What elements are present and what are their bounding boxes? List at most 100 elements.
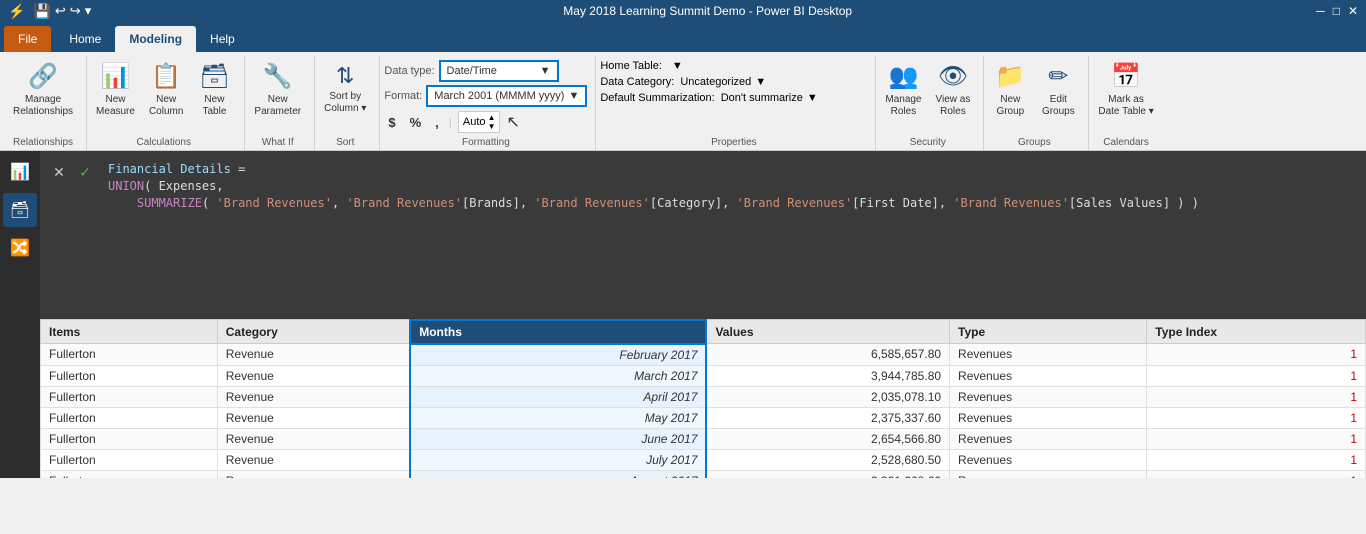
manage-roles-button[interactable]: 👥 ManageRoles xyxy=(880,60,926,121)
table-row[interactable]: Fullerton Revenue June 2017 2,654,566.80… xyxy=(41,428,1366,449)
cell-months: April 2017 xyxy=(410,386,706,407)
ribbon-group-security: 👥 ManageRoles 👁 View asRoles Security xyxy=(876,56,984,150)
new-table-button[interactable]: 🗃 NewTable xyxy=(192,60,236,121)
edit-groups-icon: ✏ xyxy=(1048,63,1068,92)
table-row[interactable]: Fullerton Revenue February 2017 6,585,65… xyxy=(41,344,1366,366)
cell-type: Revenues xyxy=(950,428,1147,449)
format-separator: | xyxy=(449,115,452,129)
left-sidebar: 📊 🗃 🔀 xyxy=(0,151,40,478)
close-icon[interactable]: ✕ xyxy=(1348,4,1358,18)
formula-cancel-button[interactable]: ✕ xyxy=(48,161,70,183)
new-measure-icon: 📊 xyxy=(101,63,131,92)
data-category-dropdown[interactable]: Uncategorized ▼ xyxy=(680,76,766,88)
edit-groups-button[interactable]: ✏ EditGroups xyxy=(1036,60,1080,121)
default-summ-arrow: ▼ xyxy=(807,92,818,104)
new-group-icon: 📁 xyxy=(995,63,1025,92)
cell-items: Fullerton xyxy=(41,344,218,366)
cell-type: Revenues xyxy=(950,386,1147,407)
data-type-dropdown[interactable]: Date/Time ▼ xyxy=(439,60,559,82)
cell-category: Revenue xyxy=(217,470,410,478)
cell-type: Revenues xyxy=(950,449,1147,470)
manage-relationships-button[interactable]: 🔗 ManageRelationships xyxy=(8,60,78,121)
formula-editor[interactable]: Financial Details = UNION( Expenses, SUM… xyxy=(100,155,1362,217)
col-header-months[interactable]: Months xyxy=(410,320,706,344)
new-group-button[interactable]: 📁 NewGroup xyxy=(988,60,1032,121)
sort-icon: ⇅ xyxy=(336,63,354,89)
cell-category: Revenue xyxy=(217,365,410,386)
cell-category: Revenue xyxy=(217,386,410,407)
ribbon-group-relationships: 🔗 ManageRelationships Relationships xyxy=(4,56,87,150)
col-header-values[interactable]: Values xyxy=(706,320,949,344)
mark-as-date-table-button[interactable]: 📅 Mark asDate Table ▾ xyxy=(1093,60,1158,121)
percent-symbol[interactable]: % xyxy=(406,114,426,131)
tab-modeling[interactable]: Modeling xyxy=(115,26,196,52)
cell-months: March 2017 xyxy=(410,365,706,386)
sort-group-label: Sort xyxy=(319,133,371,150)
pin-icon: ▾ xyxy=(85,3,92,20)
col-header-items[interactable]: Items xyxy=(41,320,218,344)
cell-values: 3,944,785.80 xyxy=(706,365,949,386)
format-dropdown[interactable]: March 2001 (MMMM yyyy) ▼ xyxy=(426,85,587,107)
cell-values: 2,375,337.60 xyxy=(706,407,949,428)
undo-icon[interactable]: ↩ xyxy=(55,3,66,20)
app-icon: ⚡ xyxy=(8,3,25,20)
cell-items: Fullerton xyxy=(41,386,218,407)
relationships-view-icon[interactable]: 🔀 xyxy=(3,231,37,265)
title-bar: ⚡ 💾 ↩ ↪ ▾ May 2018 Learning Summit Demo … xyxy=(0,0,1366,22)
cell-type: Revenues xyxy=(950,365,1147,386)
formula-union-kw: UNION xyxy=(108,179,144,193)
table-row[interactable]: Fullerton Revenue May 2017 2,375,337.60 … xyxy=(41,407,1366,428)
formula-summarize-kw: SUMMARIZE xyxy=(137,196,202,210)
tab-help[interactable]: Help xyxy=(196,26,249,52)
formula-confirm-button[interactable]: ✓ xyxy=(74,161,96,183)
cell-category: Revenue xyxy=(217,449,410,470)
data-type-label: Data type: xyxy=(384,65,434,77)
table-row[interactable]: Fullerton Revenue April 2017 2,035,078.1… xyxy=(41,386,1366,407)
format-stepper[interactable]: ▲ ▼ xyxy=(488,113,496,131)
cursor-icon: ↖ xyxy=(506,112,519,132)
table-row[interactable]: Fullerton Revenue July 2017 2,528,680.50… xyxy=(41,449,1366,470)
ribbon-tab-bar: File Home Modeling Help xyxy=(0,22,1366,52)
new-parameter-button[interactable]: 🔧 NewParameter xyxy=(249,60,306,121)
dollar-symbol[interactable]: $ xyxy=(384,114,399,131)
home-table-dropdown[interactable]: ▼ xyxy=(668,60,683,72)
col-header-category[interactable]: Category xyxy=(217,320,410,344)
comma-symbol[interactable]: , xyxy=(431,114,443,131)
cell-values: 2,528,680.50 xyxy=(706,449,949,470)
report-view-icon[interactable]: 📊 xyxy=(3,155,37,189)
view-as-roles-icon: 👁 xyxy=(938,63,968,92)
new-column-button[interactable]: 📋 NewColumn xyxy=(144,60,188,121)
save-icon[interactable]: 💾 xyxy=(33,3,50,20)
maximize-icon[interactable]: □ xyxy=(1333,4,1340,18)
sort-by-column-button[interactable]: ⇅ Sort byColumn ▾ xyxy=(319,60,371,118)
new-table-icon: 🗃 xyxy=(199,63,229,92)
cell-months: February 2017 xyxy=(410,344,706,366)
cell-type-index: 1 xyxy=(1147,470,1366,478)
default-summ-dropdown[interactable]: Don't summarize ▼ xyxy=(721,92,818,104)
view-as-roles-button[interactable]: 👁 View asRoles xyxy=(931,60,976,121)
tab-home[interactable]: Home xyxy=(55,26,115,52)
minimize-icon[interactable]: ─ xyxy=(1316,4,1325,18)
properties-group-label: Properties xyxy=(600,133,867,150)
calendar-icon: 📅 xyxy=(1111,63,1141,92)
cell-months: June 2017 xyxy=(410,428,706,449)
home-table-arrow: ▼ xyxy=(672,60,683,72)
data-type-value: Date/Time xyxy=(447,65,497,77)
cell-items: Fullerton xyxy=(41,470,218,478)
cell-type-index: 1 xyxy=(1147,449,1366,470)
default-summ-value: Don't summarize xyxy=(721,92,803,104)
cell-items: Fullerton xyxy=(41,365,218,386)
col-header-type[interactable]: Type xyxy=(950,320,1147,344)
redo-icon[interactable]: ↪ xyxy=(70,3,81,20)
table-row[interactable]: Fullerton Revenue August 2017 2,321,268.… xyxy=(41,470,1366,478)
new-measure-button[interactable]: 📊 NewMeasure xyxy=(91,60,140,121)
tab-file[interactable]: File xyxy=(4,26,51,52)
data-view-icon[interactable]: 🗃 xyxy=(3,193,37,227)
format-label: Format: xyxy=(384,90,422,102)
col-header-type-index[interactable]: Type Index xyxy=(1147,320,1366,344)
auto-format-dropdown[interactable]: Auto ▲ ▼ xyxy=(458,111,501,133)
cell-type-index: 1 xyxy=(1147,407,1366,428)
table-row[interactable]: Fullerton Revenue March 2017 3,944,785.8… xyxy=(41,365,1366,386)
cell-type-index: 1 xyxy=(1147,344,1366,366)
cell-category: Revenue xyxy=(217,344,410,366)
